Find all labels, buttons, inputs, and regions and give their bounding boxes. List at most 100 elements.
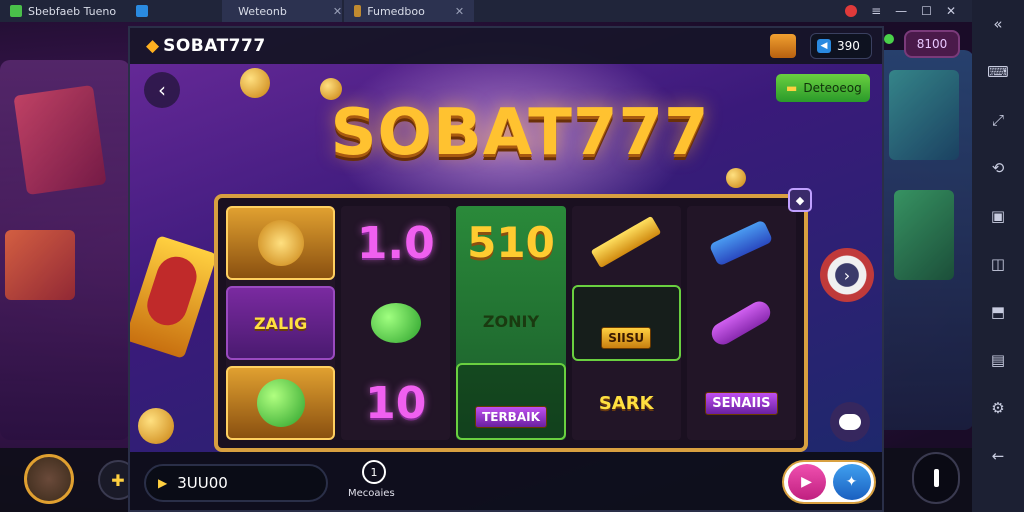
symbol-text: ZONIY	[482, 311, 540, 331]
game-bottom-bar: ▶ 3UU00 1 Mecoaies ▶ ✦	[130, 452, 882, 510]
gold-bar-icon	[590, 216, 662, 269]
vip-badge[interactable]: 8100	[904, 30, 960, 58]
collapse-icon[interactable]: «	[980, 6, 1016, 42]
close-icon[interactable]: ✕	[455, 5, 464, 18]
menu-icon[interactable]: ≡	[871, 4, 881, 18]
balance-display[interactable]: ▶ 3UU00	[144, 464, 328, 502]
symbol-green-gem[interactable]	[341, 286, 450, 360]
balance-value: 3UU00	[177, 474, 228, 492]
fullscreen-icon[interactable]: ⤢	[980, 102, 1016, 138]
symbol-gold-bar[interactable]	[572, 206, 681, 279]
back-arrow-icon[interactable]: ←	[980, 438, 1016, 474]
pause-button[interactable]	[912, 452, 960, 504]
coin-value: 390	[837, 39, 860, 53]
trophy-key-icon	[257, 220, 304, 266]
symbol-tube[interactable]	[687, 286, 796, 360]
symbol-trophy[interactable]	[226, 206, 336, 280]
symbol-zalig[interactable]: ZALIG	[226, 286, 336, 360]
bottle-icon	[709, 219, 774, 267]
rotate-icon[interactable]: ⟲	[980, 150, 1016, 186]
coin-deco	[240, 68, 270, 98]
tab-label: Fumedboo	[367, 4, 425, 18]
coin-balance[interactable]: ◀ 390	[810, 33, 872, 59]
reel-4: SIISU SARK	[571, 206, 681, 440]
symbol-text: ZALIG	[253, 313, 308, 333]
symbol-text: 10	[365, 377, 427, 429]
chevron-icon: ›	[843, 265, 851, 285]
symbol-green-gem[interactable]	[226, 366, 336, 440]
reel-board: ZALIG 1.0 10 510 ZONIY TERBAIK SIISU SAR…	[214, 194, 808, 452]
arcade-screen	[889, 70, 959, 160]
maximize-icon[interactable]: ☐	[921, 4, 932, 18]
treasure-chest-icon[interactable]	[770, 34, 796, 58]
tab-label: Sbebfaeb Tueno	[28, 4, 117, 18]
app-root: Sbebfaeb Tueno Weteonb ✕ Fumedboo ✕ ≡ — …	[0, 0, 1024, 512]
symbol-text: 1.0	[356, 217, 435, 269]
game-header: ◆ SOBAT777 ◀ 390	[130, 28, 882, 64]
wallet-icon: ▬	[786, 81, 798, 95]
symbol-multiplier[interactable]: 1.0	[341, 206, 450, 280]
pause-icon	[933, 469, 939, 487]
tab-third[interactable]: Fumedboo ✕	[344, 0, 475, 22]
settings-icon[interactable]: ⚙	[980, 390, 1016, 426]
arcade-machine-right	[874, 50, 974, 430]
reel-1: ZALIG	[226, 206, 336, 440]
reel-5: SENAIIS	[686, 206, 796, 440]
symbol-bottle[interactable]	[687, 206, 796, 280]
chevron-left-icon: ‹	[158, 78, 166, 102]
play-controls: ▶ ✦	[782, 460, 876, 504]
symbol-text: 510	[467, 217, 555, 267]
game-frame: ◆ SOBAT777 ◀ 390 ‹ ▬ Deteoeog SOBAT777 Z…	[128, 26, 884, 512]
symbol-senaiis[interactable]: SENAIIS	[687, 366, 796, 440]
deposit-label: Deteoeog	[803, 81, 862, 95]
arcade-screen	[13, 84, 107, 196]
apk-icon[interactable]: ⬒	[980, 294, 1016, 330]
chip-button[interactable]: ›	[820, 248, 874, 302]
back-button[interactable]: ‹	[144, 72, 180, 108]
game-title: SOBAT777	[330, 96, 710, 170]
symbol-label: TERBAIK	[475, 406, 547, 429]
reel-2: 1.0 10	[341, 206, 451, 440]
arcade-machine-left	[0, 60, 130, 440]
chat-button[interactable]	[830, 402, 870, 442]
record-icon[interactable]	[845, 5, 858, 17]
avatar[interactable]	[24, 454, 74, 504]
coin-deco	[138, 408, 174, 444]
logo-text: SOBAT777	[163, 36, 266, 56]
tab-blank[interactable]	[126, 0, 222, 22]
card-deco-inner	[142, 251, 202, 331]
chat-bubble-icon	[839, 414, 861, 430]
close-icon[interactable]: ✕	[946, 4, 956, 18]
symbol-zoniy[interactable]: ZONIY	[456, 285, 565, 358]
logo-icon: ◆	[146, 36, 160, 56]
app-icon	[354, 5, 362, 17]
bonus-icon[interactable]: 1	[362, 460, 386, 484]
folder-icon[interactable]: ▤	[980, 342, 1016, 378]
status-dot	[884, 34, 894, 44]
card-deco	[130, 235, 218, 359]
symbol-siisu[interactable]: SIISU	[571, 284, 681, 362]
symbol-sark[interactable]: SARK	[572, 367, 681, 440]
tab-label: Weteonb	[238, 4, 287, 18]
volume-icon[interactable]: ◫	[980, 246, 1016, 282]
symbol-ten[interactable]: 10	[341, 366, 450, 440]
keyboard-icon[interactable]: ⌨	[980, 54, 1016, 90]
window-controls: ≡ — ☐ ✕	[845, 0, 964, 22]
app-icon	[10, 5, 22, 17]
play-button[interactable]: ▶	[787, 464, 826, 500]
symbol-label: SIISU	[601, 327, 652, 350]
tab-second[interactable]: Weteonb ✕	[222, 0, 343, 22]
symbol-510[interactable]: 510	[456, 206, 565, 279]
close-icon[interactable]: ✕	[333, 5, 342, 18]
reel-3: 510 ZONIY TERBAIK	[456, 206, 566, 441]
minimize-icon[interactable]: —	[895, 4, 907, 18]
spin-button[interactable]: ✦	[832, 464, 871, 500]
play-arrow-icon: ▶	[158, 476, 168, 490]
symbol-terbaik[interactable]: TERBAIK	[456, 363, 566, 441]
info-icon[interactable]: ◆	[788, 188, 812, 212]
deposit-button[interactable]: ▬ Deteoeog	[776, 74, 870, 102]
arcade-screen	[894, 190, 954, 280]
tab-home[interactable]: Sbebfaeb Tueno	[0, 0, 126, 22]
screenshot-icon[interactable]: ▣	[980, 198, 1016, 234]
coin-deco	[726, 168, 746, 188]
